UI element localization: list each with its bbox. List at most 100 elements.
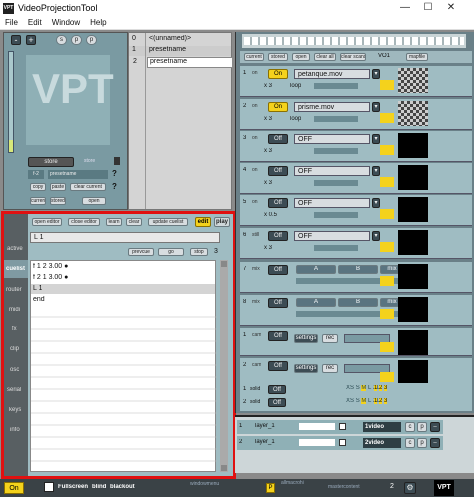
- clear-scans-button[interactable]: clear scans: [340, 53, 366, 61]
- layer-x[interactable]: x 3: [264, 83, 272, 89]
- cue-scrollbar[interactable]: [220, 260, 228, 472]
- plus-button[interactable]: +: [26, 35, 36, 45]
- minus-button[interactable]: -: [11, 35, 21, 45]
- menu-window[interactable]: Window: [52, 18, 80, 27]
- tab-clip[interactable]: clip: [10, 346, 19, 352]
- layer-toggle[interactable]: Off: [268, 331, 288, 341]
- layer-slider[interactable]: [314, 83, 358, 89]
- s-button[interactable]: s: [56, 35, 67, 45]
- menu-edit[interactable]: Edit: [28, 18, 42, 27]
- output-label[interactable]: 1video: [363, 422, 401, 432]
- layer-tag[interactable]: [380, 309, 394, 319]
- on-button[interactable]: On: [4, 482, 24, 494]
- layer-file[interactable]: OFF: [294, 166, 370, 176]
- current-button[interactable]: current: [30, 197, 46, 205]
- layer-tag[interactable]: [380, 80, 394, 90]
- layer-toggle[interactable]: Off: [268, 265, 288, 275]
- edit-button[interactable]: edit: [195, 217, 211, 227]
- p-button[interactable]: p: [86, 35, 97, 45]
- layer-x[interactable]: x 3: [264, 180, 272, 186]
- layer-x[interactable]: x 3: [264, 245, 272, 251]
- windowmenu-label[interactable]: windowmenu: [190, 481, 219, 487]
- layer-slider[interactable]: [314, 212, 358, 218]
- mix-a[interactable]: A: [296, 265, 336, 274]
- layer-tag[interactable]: [380, 276, 394, 286]
- clear-button[interactable]: clear: [126, 218, 142, 226]
- file-menu-icon[interactable]: ▾: [372, 69, 380, 79]
- tab-keys[interactable]: keys: [9, 407, 21, 413]
- layer-slider[interactable]: [314, 180, 358, 186]
- layer-toggle[interactable]: Off: [268, 298, 288, 308]
- file-menu-icon[interactable]: ▾: [372, 231, 380, 241]
- layer-opt[interactable]: loop: [290, 83, 301, 89]
- store-button[interactable]: store: [28, 157, 74, 167]
- layer-file[interactable]: OFF: [294, 198, 370, 208]
- tab-router[interactable]: router: [6, 287, 22, 293]
- tab-midi[interactable]: midi: [9, 307, 20, 313]
- cam-rec-button[interactable]: rec: [322, 334, 338, 343]
- c-button[interactable]: p: [71, 35, 82, 45]
- output-remove-button[interactable]: –: [430, 422, 440, 432]
- tab-info[interactable]: info: [10, 427, 20, 433]
- output-c-button[interactable]: c: [405, 422, 415, 432]
- output-label[interactable]: 2video: [363, 438, 401, 448]
- copy-button[interactable]: copy: [30, 183, 46, 191]
- layer-file[interactable]: petanque.mov: [294, 69, 370, 79]
- layer-toggle[interactable]: Off: [268, 231, 288, 241]
- layer-toggle[interactable]: Off: [268, 166, 288, 176]
- paste-button[interactable]: paste: [50, 183, 66, 191]
- file-menu-icon[interactable]: ▾: [372, 102, 380, 112]
- layer-tag[interactable]: [380, 342, 394, 352]
- current-button[interactable]: current: [244, 53, 264, 61]
- layer-x[interactable]: x 0.5: [264, 212, 277, 218]
- clear-current-button[interactable]: clear current: [70, 183, 106, 191]
- tab-osc[interactable]: osc: [10, 367, 19, 373]
- cam-settings-button[interactable]: settings: [294, 364, 318, 373]
- prevcue-button[interactable]: prevcue: [128, 248, 154, 256]
- list-item-selected[interactable]: 2 presetname: [133, 57, 233, 68]
- stop-button[interactable]: stop: [190, 248, 208, 256]
- mix-b[interactable]: B: [338, 298, 378, 307]
- update-cuelist-button[interactable]: update cuelist: [148, 218, 188, 226]
- output-p-button[interactable]: p: [417, 438, 427, 448]
- play-button[interactable]: play: [214, 217, 230, 227]
- tab-cuelist[interactable]: cuelist: [6, 266, 25, 272]
- go-button[interactable]: go: [158, 248, 184, 256]
- layer-toggle[interactable]: Off: [268, 361, 288, 371]
- help-icon[interactable]: ?: [112, 169, 117, 178]
- tab-serial[interactable]: serial: [7, 387, 21, 393]
- open-editor-button[interactable]: open editor: [32, 218, 62, 226]
- output-c-button[interactable]: c: [405, 438, 415, 448]
- mix-b[interactable]: B: [338, 265, 378, 274]
- layer-slider[interactable]: [314, 116, 358, 122]
- menu-help[interactable]: Help: [90, 18, 106, 27]
- layer-toggle[interactable]: Off: [268, 134, 288, 144]
- layer-file[interactable]: OFF: [294, 134, 370, 144]
- close-editor-button[interactable]: close editor: [68, 218, 100, 226]
- layer-tag[interactable]: [380, 113, 394, 123]
- blind-button[interactable]: blind: [92, 484, 106, 490]
- level-meter[interactable]: [8, 51, 14, 153]
- blackout-button[interactable]: blackout: [110, 484, 135, 490]
- cam-settings-button[interactable]: settings: [294, 334, 318, 343]
- mastercontent-label[interactable]: mastercontent: [328, 484, 360, 490]
- cue-input[interactable]: L 1: [30, 232, 220, 243]
- mapfile-button[interactable]: mapfile: [406, 53, 428, 61]
- output-checkbox[interactable]: [339, 439, 346, 446]
- solid-1-toggle[interactable]: Off: [268, 385, 286, 394]
- layer-toggle[interactable]: Off: [268, 198, 288, 208]
- allmacrohi-label[interactable]: allmacrohi: [281, 480, 304, 486]
- stored-button[interactable]: stored: [50, 197, 66, 205]
- fullscreen-checkbox[interactable]: [44, 482, 54, 492]
- tab-active[interactable]: active: [7, 246, 23, 252]
- output-p-button[interactable]: p: [417, 422, 427, 432]
- layer-slider[interactable]: [314, 148, 358, 154]
- help-icon-2[interactable]: ?: [112, 182, 117, 191]
- output-checkbox[interactable]: [339, 423, 346, 430]
- layer-tag[interactable]: [380, 145, 394, 155]
- settings-icon[interactable]: ⚙: [404, 482, 416, 494]
- close-button[interactable]: ✕: [428, 0, 474, 16]
- file-menu-icon[interactable]: ▾: [372, 134, 380, 144]
- layer-tag[interactable]: [380, 209, 394, 219]
- layer-x[interactable]: x 3: [264, 116, 272, 122]
